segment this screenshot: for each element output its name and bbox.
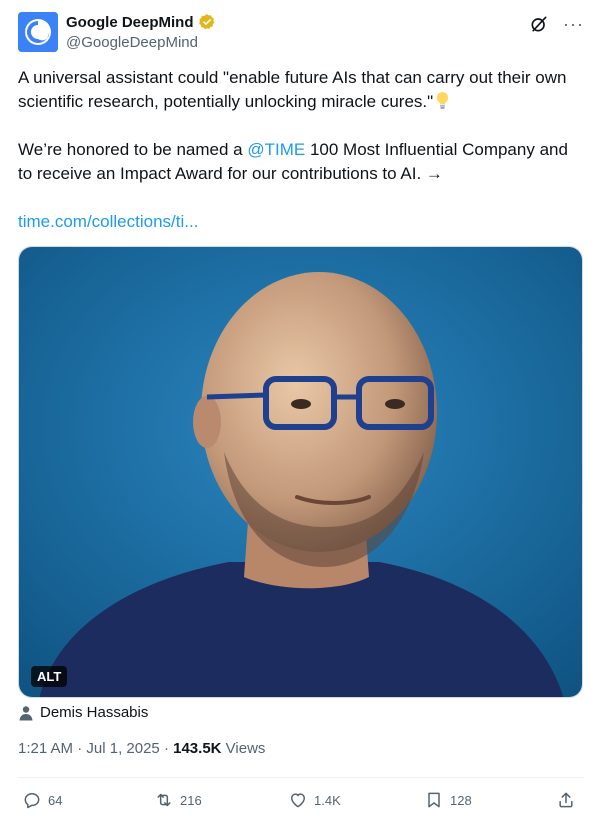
alt-text-badge[interactable]: ALT — [31, 666, 68, 687]
tweet-text: A universal assistant could "enable futu… — [18, 66, 584, 234]
reply-icon — [24, 793, 40, 809]
avatar[interactable] — [18, 12, 58, 52]
like-button[interactable]: 1.4K — [288, 790, 341, 810]
external-link[interactable]: time.com/collections/ti... — [18, 212, 198, 231]
views-label: Views — [221, 740, 266, 757]
tweet-header: Google DeepMind @GoogleDeepMind ··· — [18, 12, 584, 56]
tweet-time[interactable]: 1:21 AM — [18, 740, 73, 757]
like-count: 1.4K — [314, 792, 341, 808]
tweet-photo[interactable]: ALT — [18, 246, 583, 698]
meta-separator: · — [73, 740, 87, 757]
tweet-quote-text: A universal assistant could "enable futu… — [18, 68, 567, 111]
tagged-person-name[interactable]: Demis Hassabis — [40, 704, 148, 721]
repost-button[interactable]: 216 — [154, 790, 202, 810]
portrait-image — [19, 247, 582, 697]
person-icon — [19, 705, 33, 720]
deepmind-logo-icon — [18, 12, 58, 52]
tweet-date[interactable]: Jul 1, 2025 — [86, 740, 159, 757]
tweet-meta: 1:21 AM · Jul 1, 2025 · 143.5K Views — [18, 740, 265, 757]
share-button[interactable] — [556, 790, 576, 810]
meta-separator: · — [159, 740, 174, 757]
repost-icon — [157, 793, 171, 807]
tweet-paragraph-2: We’re honored to be named a @TIME 100 Mo… — [18, 138, 584, 186]
bookmark-button[interactable]: 128 — [424, 790, 472, 810]
repost-count: 216 — [180, 792, 202, 808]
action-bar: 64 216 1.4K 128 — [18, 790, 584, 814]
grok-icon[interactable] — [529, 14, 549, 34]
reply-button[interactable]: 64 — [22, 790, 62, 810]
reply-count: 64 — [48, 792, 63, 808]
name-row: Google DeepMind — [66, 13, 216, 31]
more-options-icon[interactable]: ··· — [563, 14, 584, 34]
tagged-people[interactable]: Demis Hassabis — [18, 704, 148, 721]
bookmark-icon — [428, 792, 440, 808]
share-icon — [559, 792, 573, 808]
mention-link[interactable]: @TIME — [247, 140, 305, 159]
header-actions: ··· — [529, 14, 584, 34]
author-handle[interactable]: @GoogleDeepMind — [66, 34, 198, 51]
views-count[interactable]: 143.5K — [173, 740, 221, 757]
author-display-name[interactable]: Google DeepMind — [66, 14, 194, 31]
lightbulb-icon — [437, 92, 449, 109]
heart-icon — [291, 793, 305, 808]
tweet-body-text: We’re honored to be named a — [18, 140, 248, 159]
bookmark-count: 128 — [450, 792, 472, 808]
divider — [18, 777, 584, 778]
verified-badge-icon[interactable] — [198, 13, 216, 31]
tweet-paragraph-1: A universal assistant could "enable futu… — [18, 66, 584, 114]
